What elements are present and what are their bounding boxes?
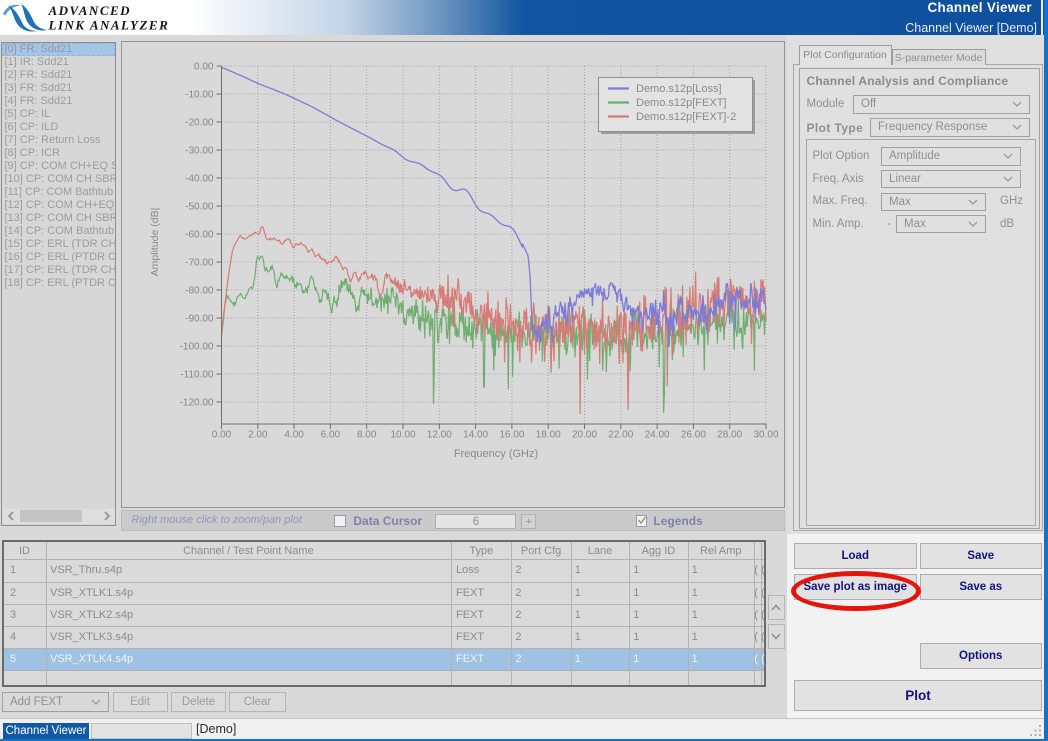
svg-text:-70.00: -70.00	[186, 258, 215, 269]
svg-text:ADVANCED: ADVANCED	[48, 3, 132, 18]
svg-text:16.00: 16.00	[500, 430, 525, 441]
svg-text:Frequency (GHz): Frequency (GHz)	[454, 448, 538, 460]
svg-text:-10.00: -10.00	[186, 90, 215, 101]
svg-text:LINK ANALYZER: LINK ANALYZER	[48, 18, 170, 33]
svg-text:-100.00: -100.00	[180, 342, 214, 353]
svg-text:-40.00: -40.00	[186, 174, 215, 185]
svg-text:20.00: 20.00	[572, 430, 597, 441]
svg-text:-60.00: -60.00	[186, 230, 215, 241]
svg-text:0.00: 0.00	[194, 62, 214, 73]
svg-text:26.00: 26.00	[681, 430, 706, 441]
svg-text:Demo.s12p[FEXT]: Demo.s12p[FEXT]	[636, 97, 726, 109]
svg-text:10.00: 10.00	[391, 430, 416, 441]
svg-text:-80.00: -80.00	[186, 286, 215, 297]
svg-text:-120.00: -120.00	[180, 398, 214, 409]
svg-text:-30.00: -30.00	[186, 146, 215, 157]
svg-text:6.00: 6.00	[321, 430, 341, 441]
svg-text:30.00: 30.00	[754, 430, 779, 441]
svg-text:0.00: 0.00	[212, 430, 232, 441]
svg-text:14.00: 14.00	[463, 430, 488, 441]
svg-text:Demo.s12p[Loss]: Demo.s12p[Loss]	[636, 83, 722, 95]
svg-text:2.00: 2.00	[248, 430, 268, 441]
svg-text:28.00: 28.00	[718, 430, 743, 441]
svg-text:12.00: 12.00	[427, 430, 452, 441]
svg-text:Amplitude (dB|: Amplitude (dB|	[149, 208, 161, 277]
svg-text:8.00: 8.00	[357, 430, 377, 441]
svg-text:-50.00: -50.00	[186, 202, 215, 213]
svg-text:-90.00: -90.00	[186, 314, 215, 325]
svg-text:-110.00: -110.00	[181, 370, 215, 381]
svg-text:Demo.s12p[FEXT]-2: Demo.s12p[FEXT]-2	[636, 111, 736, 123]
svg-text:-20.00: -20.00	[186, 118, 215, 129]
svg-text:22.00: 22.00	[609, 430, 634, 441]
svg-text:4.00: 4.00	[285, 430, 305, 441]
svg-text:18.00: 18.00	[536, 430, 561, 441]
svg-text:24.00: 24.00	[645, 430, 670, 441]
